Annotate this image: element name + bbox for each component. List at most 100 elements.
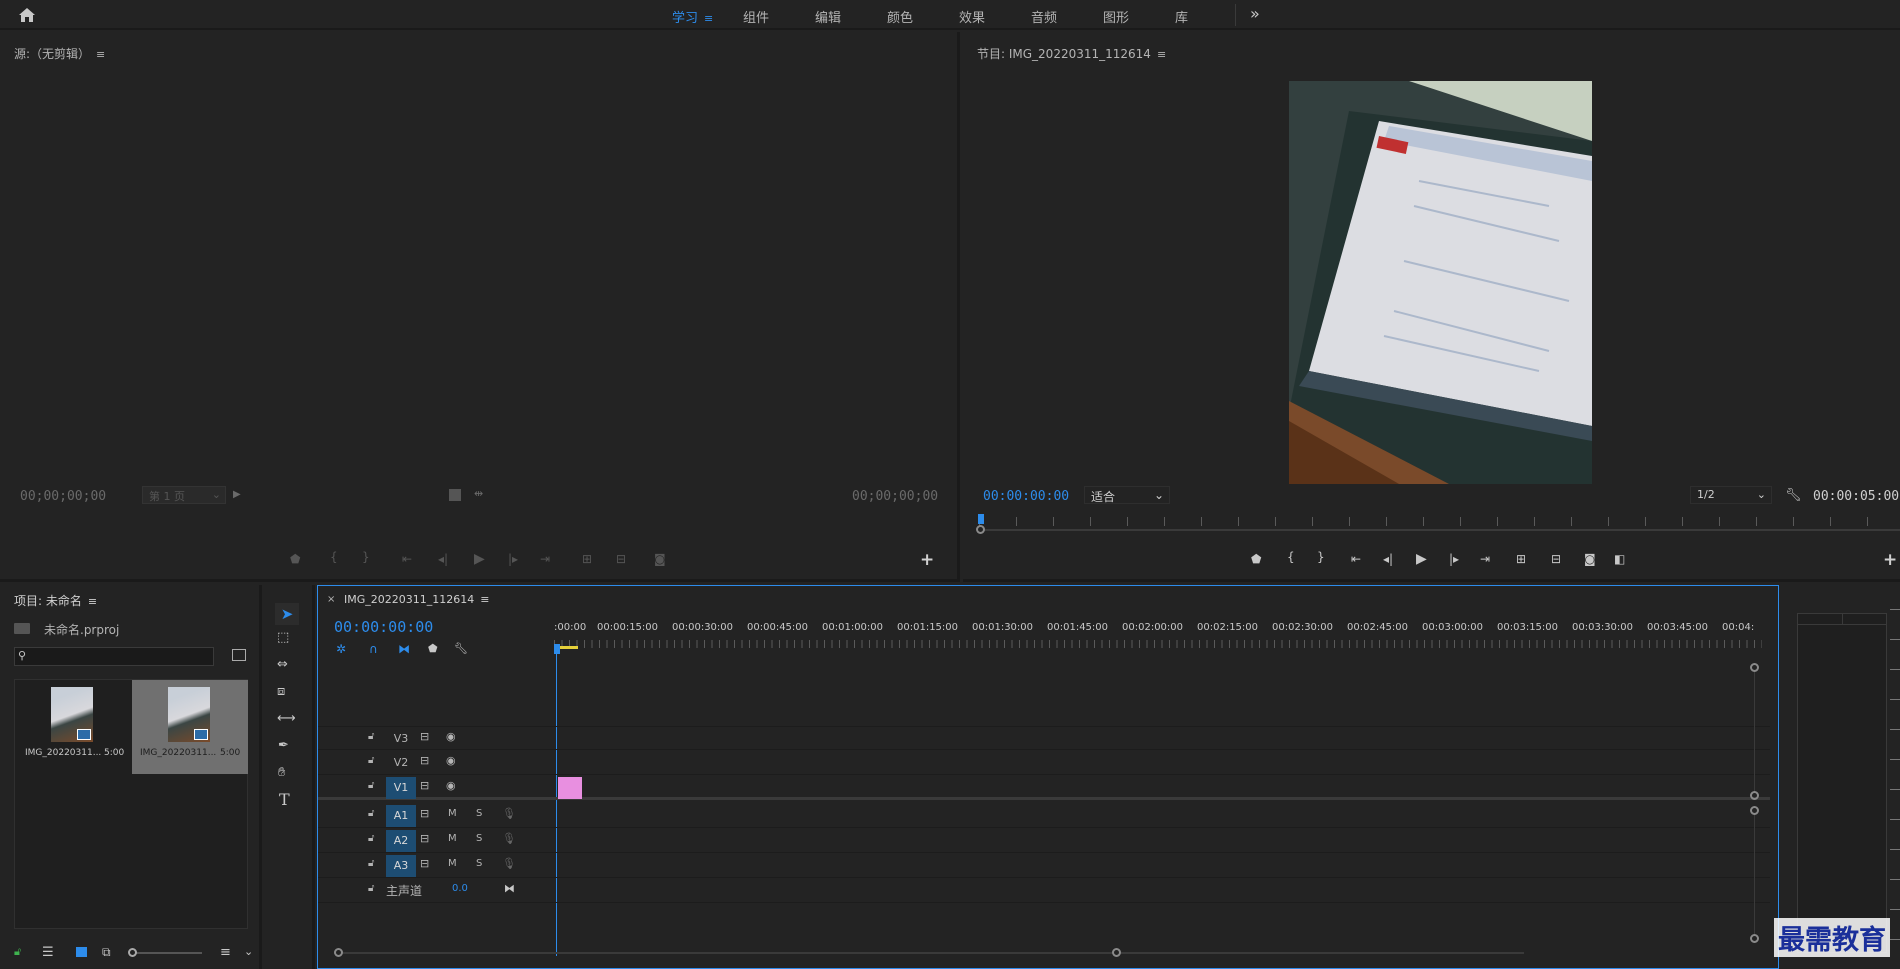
track-v2[interactable]: 🔓︎ V2 ⊟ ◉: [318, 751, 1770, 775]
audio-track-scroll-handle[interactable]: [1750, 806, 1759, 815]
clip-thumbnail-selected[interactable]: IMG_20220311... 5:00: [132, 680, 248, 774]
more-workspaces-button[interactable]: »: [1250, 4, 1260, 23]
go-to-in-icon[interactable]: ⇤: [402, 552, 412, 566]
timeline-horizontal-scrollbar[interactable]: [334, 948, 1526, 957]
mute-button[interactable]: M: [448, 833, 457, 844]
add-marker-icon[interactable]: ⬟: [428, 642, 438, 655]
sync-lock-icon[interactable]: ⊟: [420, 754, 429, 767]
video-track-scroll-handle[interactable]: [1750, 791, 1759, 800]
tab-libraries[interactable]: 库: [1175, 7, 1188, 26]
ripple-edit-tool-icon[interactable]: ⇔: [277, 657, 288, 672]
eye-icon[interactable]: ◉: [446, 779, 456, 792]
track-v1[interactable]: 🔓︎ V1 ⊟ ◉: [318, 776, 1770, 800]
mute-button[interactable]: M: [448, 858, 457, 869]
microphone-icon[interactable]: 🎙︎: [502, 832, 516, 845]
track-a1[interactable]: 🔓︎ A1 ⊟ M S 🎙︎: [318, 804, 1770, 828]
track-a2[interactable]: 🔓︎ A2 ⊟ M S 🎙︎: [318, 829, 1770, 853]
playhead[interactable]: [554, 644, 560, 654]
freeform-view-icon[interactable]: ⧉: [102, 945, 111, 960]
track-label[interactable]: A2: [386, 830, 416, 852]
sync-lock-icon[interactable]: ⊟: [420, 779, 429, 792]
list-view-icon[interactable]: ☰: [42, 945, 54, 960]
selection-tool-icon[interactable]: ➤: [275, 603, 299, 625]
home-icon[interactable]: [18, 7, 36, 23]
go-to-in-icon[interactable]: ⇤: [1351, 552, 1361, 566]
resolution-select[interactable]: 1/2 ⌄: [1690, 486, 1772, 504]
tab-effects[interactable]: 效果: [959, 7, 985, 26]
track-label[interactable]: A3: [386, 855, 416, 877]
lock-icon[interactable]: 🔓︎: [368, 833, 374, 844]
solo-button[interactable]: S: [476, 833, 482, 844]
solo-button[interactable]: S: [476, 858, 482, 869]
new-search-bin-icon[interactable]: [232, 649, 246, 661]
linked-selection-icon[interactable]: ⧓: [398, 642, 410, 656]
zoom-select[interactable]: 适合 ⌄: [1084, 486, 1170, 504]
track-label[interactable]: V1: [386, 777, 416, 799]
sort-icon[interactable]: ≡: [220, 945, 231, 960]
tab-learn[interactable]: 学习 ≡: [672, 7, 713, 26]
icon-view-icon[interactable]: [76, 947, 87, 957]
playhead-marker[interactable]: [978, 514, 984, 524]
sync-lock-icon[interactable]: ⊟: [420, 857, 429, 870]
insert-clip-icon[interactable]: ⊞: [582, 552, 592, 566]
audio-track-scroll-handle[interactable]: [1750, 934, 1759, 943]
snap-icon[interactable]: ∩: [369, 642, 378, 656]
mark-in-icon[interactable]: {: [330, 550, 338, 564]
zoom-handle-left[interactable]: [976, 525, 985, 534]
master-volume[interactable]: 0.0: [452, 883, 468, 894]
slip-tool-icon[interactable]: ⟷: [277, 711, 296, 726]
close-icon[interactable]: ×: [327, 594, 335, 605]
lock-icon[interactable]: 🔓︎: [368, 858, 374, 869]
nest-toggle-icon[interactable]: ✲: [336, 642, 346, 656]
tab-editing[interactable]: 编辑: [815, 7, 841, 26]
track-v3[interactable]: 🔓︎ V3 ⊟ ◉: [318, 726, 1770, 750]
video-track-scroll-handle[interactable]: [1750, 663, 1759, 672]
solo-button[interactable]: S: [476, 808, 482, 819]
marker-icon[interactable]: ⬟: [1251, 552, 1261, 566]
comparison-view-icon[interactable]: ◧: [1614, 552, 1625, 566]
sync-lock-icon[interactable]: ⊟: [420, 832, 429, 845]
track-select-tool-icon[interactable]: ⬚: [277, 630, 289, 645]
overwrite-clip-icon[interactable]: ⊟: [616, 552, 626, 566]
lock-icon[interactable]: 🔓︎: [368, 755, 374, 766]
add-button-icon[interactable]: +: [1883, 550, 1897, 570]
settings-wrench-icon[interactable]: 🔧︎: [1785, 488, 1802, 503]
timeline-settings-icon[interactable]: 🔧︎: [454, 642, 468, 655]
tab-assembly[interactable]: 组件: [743, 7, 769, 26]
type-tool-icon[interactable]: T: [279, 790, 290, 809]
tab-menu-icon[interactable]: ≡: [704, 12, 713, 25]
mark-out-icon[interactable]: }: [1317, 550, 1325, 564]
razor-tool-icon[interactable]: ⧈: [277, 684, 285, 699]
step-back-icon[interactable]: ◂|: [438, 552, 448, 566]
microphone-icon[interactable]: 🎙︎: [502, 807, 516, 820]
insert-icon[interactable]: ⇹: [474, 487, 483, 500]
eye-icon[interactable]: ◉: [446, 730, 456, 743]
mark-in-icon[interactable]: {: [1287, 550, 1295, 564]
lock-icon[interactable]: 🔓︎: [368, 883, 374, 894]
track-label[interactable]: V2: [386, 752, 416, 774]
track-master[interactable]: 🔓︎ 主声道 0.0 ⧓: [318, 879, 1770, 903]
go-to-out-icon[interactable]: ⇥: [1480, 552, 1490, 566]
step-back-icon[interactable]: ◂|: [1383, 552, 1393, 566]
program-timecode[interactable]: 00:00:00:00: [983, 489, 1069, 504]
tab-audio[interactable]: 音频: [1031, 7, 1057, 26]
play-icon[interactable]: ▶: [1416, 551, 1427, 567]
panel-menu-icon[interactable]: ≡: [88, 595, 97, 608]
microphone-icon[interactable]: 🎙︎: [502, 857, 516, 870]
track-label[interactable]: V3: [386, 728, 416, 750]
video-clip[interactable]: [558, 777, 582, 799]
eye-icon[interactable]: ◉: [446, 754, 456, 767]
export-frame-icon[interactable]: ◙: [1584, 552, 1596, 566]
lock-icon[interactable]: 🔓︎: [14, 945, 21, 959]
play-small-icon[interactable]: ▶: [233, 489, 241, 500]
sync-lock-icon[interactable]: ⊟: [420, 807, 429, 820]
chevron-down-icon[interactable]: ⌄: [244, 945, 253, 958]
tab-color[interactable]: 颜色: [887, 7, 913, 26]
step-forward-icon[interactable]: |▸: [1449, 552, 1459, 566]
sync-lock-icon[interactable]: ⊟: [420, 730, 429, 743]
step-forward-icon[interactable]: |▸: [508, 552, 518, 566]
mute-button[interactable]: M: [448, 808, 457, 819]
lift-icon[interactable]: ⊞: [1516, 552, 1526, 566]
panel-menu-icon[interactable]: ≡: [1157, 48, 1166, 61]
lock-icon[interactable]: 🔓︎: [368, 808, 374, 819]
